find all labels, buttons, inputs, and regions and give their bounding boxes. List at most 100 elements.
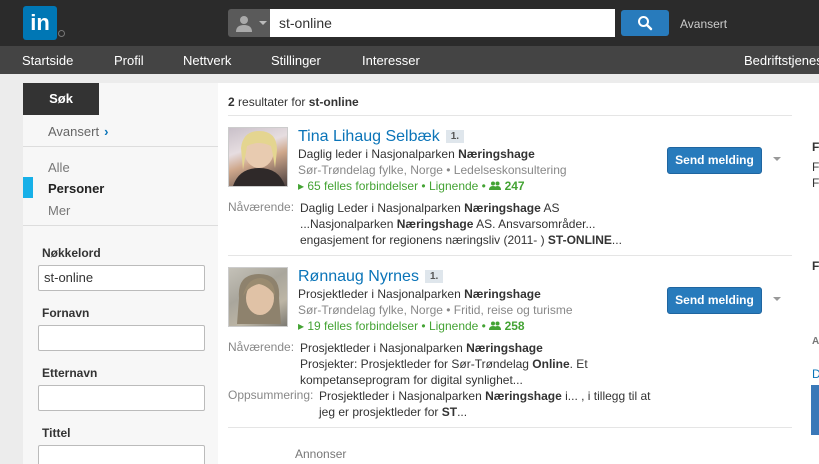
results-count: 2 [228, 95, 235, 109]
profile-photo [237, 274, 281, 324]
right-panel-fragment: F [812, 176, 819, 190]
top-bar: in st-online Avansert [0, 0, 819, 46]
headline-text: Daglig leder i Nasjonalparken [298, 147, 459, 161]
filter-more[interactable]: Mer [48, 203, 70, 218]
snippet-text: . Et [569, 357, 588, 371]
snippet-highlight: ST-ONLINE [547, 233, 612, 247]
divider [228, 115, 792, 116]
active-filter-indicator [23, 177, 33, 198]
snippet-label: Nåværende: [228, 200, 295, 214]
more-actions-chevron-icon[interactable] [773, 157, 781, 161]
summary-line: jeg er prosjektleder for ST... [319, 404, 467, 420]
last-name-label: Etternavn [42, 366, 98, 380]
avatar[interactable] [228, 127, 288, 187]
snippet-label: Nåværende: [228, 340, 295, 354]
shared-connections-text: 19 felles forbindelser • Lignende • [307, 319, 490, 333]
title-label: Tittel [42, 426, 71, 440]
headline-text: Prosjektleder i Nasjonalparken [298, 287, 465, 301]
title-input[interactable] [38, 445, 205, 464]
results-summary: 2 resultater for st-online [228, 95, 359, 109]
right-panel-fragment: F [812, 259, 819, 273]
filter-all[interactable]: Alle [48, 160, 70, 175]
keywords-input[interactable]: st-online [38, 265, 205, 291]
filter-people[interactable]: Personer [48, 181, 104, 196]
summary-text: i... , i tillegg til at [561, 389, 651, 403]
snippet-highlight: Næringshage [396, 217, 474, 231]
search-type-dropdown[interactable] [228, 9, 270, 37]
linkedin-logo[interactable]: in [23, 6, 57, 40]
tab-search[interactable]: Søk [23, 83, 99, 115]
nav-item-network[interactable]: Nettverk [183, 53, 231, 68]
result-connections[interactable]: ▸ 19 felles forbindelser • Lignende • 25… [298, 319, 525, 333]
result-headline: Daglig leder i Nasjonalparken Næringshag… [298, 147, 535, 161]
result-name: Rønnaug Nyrnes [298, 268, 419, 285]
connection-degree-badge: 1. [445, 130, 465, 143]
snippet-text: AS [540, 201, 560, 215]
send-message-button[interactable]: Send melding [667, 287, 762, 314]
headline-highlight: Næringshage [464, 287, 541, 301]
snippet-text: Prosjekter: Prosjektleder for Sør-Trønde… [300, 357, 533, 371]
registered-mark-icon [58, 30, 65, 37]
expand-triangle-icon: ▸ [298, 179, 308, 193]
avatar[interactable] [228, 267, 288, 327]
results-text: resultater for [238, 95, 306, 109]
advanced-link[interactable]: Avansert › [48, 124, 108, 139]
snippet-text: Prosjektleder i Nasjonalparken [300, 341, 467, 355]
snippet-highlight: Næringshage [466, 341, 543, 355]
advanced-search-link[interactable]: Avansert [680, 17, 727, 31]
nav-item-business-services[interactable]: Bedriftstjenes [744, 53, 819, 68]
snippet-text: AS. Ansvarsområder... [473, 217, 596, 231]
search-icon [638, 16, 653, 31]
result-headline: Prosjektleder i Nasjonalparken Næringsha… [298, 287, 541, 301]
snippet-highlight: Online [532, 357, 570, 371]
nav-item-interests[interactable]: Interesser [362, 53, 420, 68]
divider [23, 146, 218, 147]
headline-highlight: Næringshage [458, 147, 535, 161]
summary-label: Oppsummering: [228, 388, 314, 402]
snippet-text: ... [611, 233, 622, 247]
shared-connections-text: 65 felles forbindelser • Lignende • [307, 179, 490, 193]
keywords-label: Nøkkelord [42, 246, 101, 260]
snippet-text: engasjement for regionens næringsliv (20… [300, 233, 548, 247]
chevron-down-icon [259, 21, 267, 25]
first-name-label: Fornavn [42, 306, 90, 320]
nav-item-jobs[interactable]: Stillinger [271, 53, 321, 68]
send-message-button[interactable]: Send melding [667, 147, 762, 174]
ads-label: Annonser [295, 447, 347, 461]
summary-highlight: Næringshage [485, 389, 562, 403]
result-name: Tina Lihaug Selbæk [298, 128, 440, 145]
expand-triangle-icon: ▸ [298, 319, 308, 333]
people-icon [489, 321, 502, 330]
right-sidebar: F F F F A D [792, 83, 819, 464]
result-name-link[interactable]: Rønnaug Nyrnes 1. [298, 268, 444, 286]
people-icon [489, 181, 502, 190]
snippet-line: Prosjektleder i Nasjonalparken Næringsha… [300, 340, 543, 356]
summary-line: Prosjektleder i Nasjonalparken Næringsha… [319, 388, 650, 404]
search-input[interactable]: st-online [270, 9, 615, 37]
summary-text: Prosjektleder i Nasjonalparken [319, 389, 486, 403]
right-panel-fragment: A [812, 336, 819, 347]
network-count: 258 [504, 319, 525, 333]
nav-item-profile[interactable]: Profil [114, 53, 144, 68]
snippet-line: Daglig Leder i Nasjonalparken Næringshag… [300, 200, 559, 216]
right-panel-link[interactable]: D [812, 367, 819, 381]
result-location: Sør-Trøndelag fylke, Norge • Fritid, rei… [298, 303, 573, 317]
network-count: 247 [504, 179, 525, 193]
summary-highlight: ST [441, 405, 458, 419]
ad-image[interactable] [811, 385, 819, 435]
summary-text: jeg er prosjektleder for [319, 405, 442, 419]
summary-text: ... [457, 405, 468, 419]
search-button[interactable] [621, 10, 669, 36]
snippet-text: ...Nasjonalparken [300, 217, 397, 231]
result-connections[interactable]: ▸ 65 felles forbindelser • Lignende • 24… [298, 179, 525, 193]
more-actions-chevron-icon[interactable] [773, 297, 781, 301]
right-panel-fragment: F [812, 160, 819, 174]
snippet-line: Prosjekter: Prosjektleder for Sør-Trønde… [300, 356, 588, 372]
snippet-text: kompetanseprogram for digital synlighet.… [300, 373, 523, 387]
nav-item-home[interactable]: Startside [22, 53, 73, 68]
first-name-input[interactable] [38, 325, 205, 351]
person-icon [236, 16, 252, 32]
search-sidebar: Søk Avansert › Alle Personer Mer Nøkkelor… [23, 83, 218, 464]
result-name-link[interactable]: Tina Lihaug Selbæk 1. [298, 128, 465, 146]
last-name-input[interactable] [38, 385, 205, 411]
